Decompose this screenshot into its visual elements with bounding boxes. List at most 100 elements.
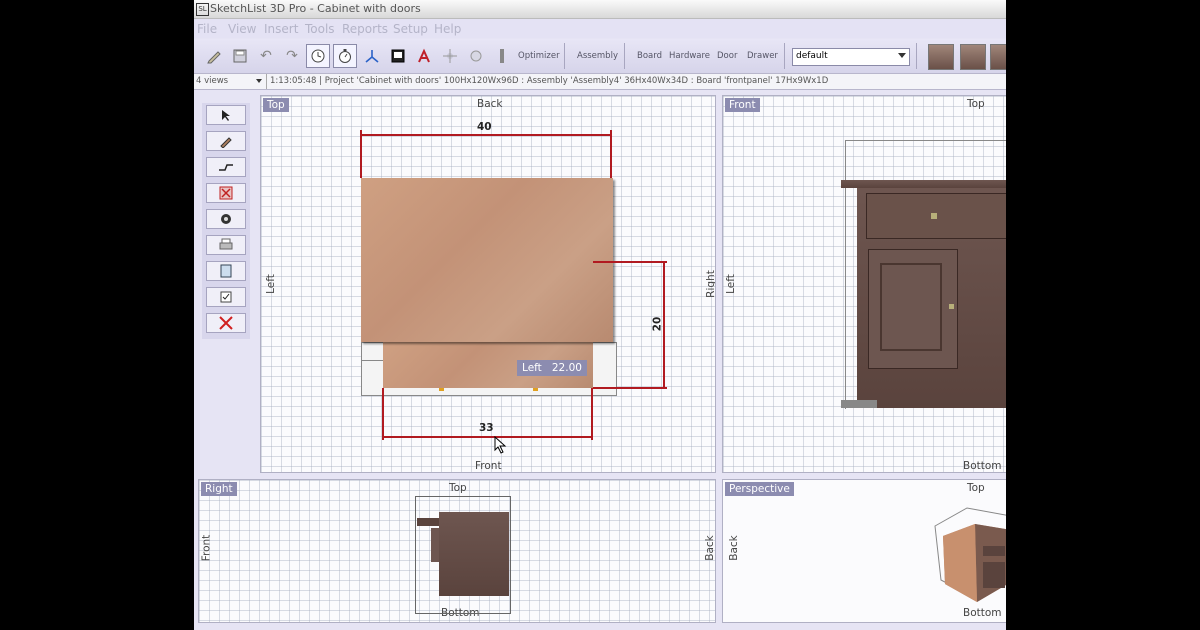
step-tool-button[interactable] xyxy=(206,157,246,177)
cabinet-thumbnail-1[interactable] xyxy=(928,44,954,70)
viewport-tag-right: Right xyxy=(201,482,237,496)
printer-icon xyxy=(219,238,233,250)
right-viewport[interactable]: Right Top Bottom Front Back xyxy=(198,479,716,623)
toolbar-separator xyxy=(784,43,785,69)
cancel-button[interactable] xyxy=(206,313,246,333)
menu-reports[interactable]: Reports xyxy=(342,22,388,36)
app-window: SL SketchList 3D Pro - Cabinet with door… xyxy=(194,0,1006,630)
save-icon xyxy=(220,264,232,278)
optimizer-button[interactable]: Optimizer xyxy=(518,51,560,61)
dimension-extension-line xyxy=(593,387,667,389)
draw-tool-button[interactable] xyxy=(206,131,246,151)
cabinet-side[interactable] xyxy=(439,512,509,596)
menu-view[interactable]: View xyxy=(228,22,256,36)
views-select[interactable]: 4 views xyxy=(194,74,267,89)
top-viewport[interactable]: Top Back Front Left Right 40 20 33 xyxy=(260,95,716,473)
arrow-cursor-icon xyxy=(222,110,230,121)
toolbar-separator xyxy=(564,43,565,69)
tool-palette xyxy=(202,103,250,339)
label-top: Top xyxy=(967,98,985,110)
label-bottom: Bottom xyxy=(963,460,1002,472)
board-delete-icon xyxy=(219,186,233,200)
dimension-extension-line xyxy=(593,261,667,263)
pencil-icon xyxy=(220,137,232,148)
door-panel xyxy=(880,263,942,351)
dimension-extension-line xyxy=(360,130,362,178)
delete-board-button[interactable] xyxy=(206,183,246,203)
mouse-cursor-icon xyxy=(494,436,507,454)
save-view-button[interactable] xyxy=(206,261,246,281)
new-project-button[interactable] xyxy=(202,44,226,68)
readout-label: Left xyxy=(522,362,542,374)
door-button[interactable]: Door xyxy=(717,51,737,61)
save-button[interactable] xyxy=(228,44,252,68)
chevron-down-icon xyxy=(256,79,262,83)
clock-icon xyxy=(311,49,325,63)
redo-button[interactable]: ↷ xyxy=(280,44,304,68)
material-select[interactable]: default xyxy=(792,48,910,66)
toolbar-separator xyxy=(916,43,917,69)
join-tool-button[interactable] xyxy=(206,209,246,229)
app-icon: SL xyxy=(196,3,209,16)
label-right: Right xyxy=(704,270,716,298)
print-button[interactable] xyxy=(206,235,246,255)
screen-button[interactable] xyxy=(386,44,410,68)
label-left: Left xyxy=(724,274,737,294)
checkbox-icon xyxy=(220,291,232,303)
label-left: Left xyxy=(264,274,277,294)
menu-bar: File View Insert Tools Reports Setup Hel… xyxy=(194,19,1006,38)
cabinet-top-rail xyxy=(841,180,1006,188)
viewport-tag-front: Front xyxy=(725,98,760,112)
board-icon xyxy=(500,49,504,63)
hardware-button[interactable]: Hardware xyxy=(669,51,710,61)
readout-value: 22.00 xyxy=(551,362,582,374)
top-board[interactable] xyxy=(361,178,613,342)
hinge-marker xyxy=(533,388,538,391)
board-tool-button[interactable] xyxy=(490,44,514,68)
step-icon xyxy=(219,164,233,171)
label-back: Back xyxy=(727,535,740,561)
confirm-button[interactable] xyxy=(206,287,246,307)
dimension-width-label: 40 xyxy=(477,121,492,133)
frame-corner xyxy=(361,342,384,361)
dimension-depth-label: 20 xyxy=(651,316,664,332)
perspective-viewport[interactable]: Perspective Top Bottom Back xyxy=(722,479,1006,623)
menu-file[interactable]: File xyxy=(197,22,217,36)
board-button[interactable]: Board xyxy=(637,51,662,61)
dimension-line-lower xyxy=(384,436,591,438)
door-knob xyxy=(949,304,954,309)
move-icon xyxy=(443,49,457,63)
status-bar: 4 views 1:13:05:48 | Project 'Cabinet wi… xyxy=(194,74,1006,90)
menu-help[interactable]: Help xyxy=(434,22,461,36)
cabinet-thumbnail-3[interactable] xyxy=(990,44,1006,70)
cabinet-foot xyxy=(841,400,877,408)
clock-button[interactable] xyxy=(306,44,330,68)
perspective-cabinet xyxy=(934,507,1006,602)
dimension-extension-line xyxy=(382,388,384,440)
rotate-button[interactable] xyxy=(464,44,488,68)
drawer-knob xyxy=(931,213,937,219)
cabinet-thumbnail-2[interactable] xyxy=(960,44,986,70)
axes-button[interactable] xyxy=(360,44,384,68)
title-bar: SL SketchList 3D Pro - Cabinet with door… xyxy=(194,0,1006,19)
label-bottom: Bottom xyxy=(963,607,1002,619)
move-button[interactable] xyxy=(438,44,462,68)
menu-tools[interactable]: Tools xyxy=(305,22,335,36)
front-viewport[interactable]: Front Top Bottom Left xyxy=(722,95,1006,473)
stopwatch-icon xyxy=(339,49,351,63)
undo-button[interactable]: ↶ xyxy=(254,44,278,68)
label-front: Front xyxy=(475,460,502,472)
menu-insert[interactable]: Insert xyxy=(264,22,298,36)
pdf-button[interactable] xyxy=(412,44,436,68)
menu-setup[interactable]: Setup xyxy=(393,22,428,36)
drawer-button[interactable]: Drawer xyxy=(747,51,778,61)
door-edge xyxy=(431,528,439,562)
close-icon xyxy=(219,316,233,330)
joint-icon xyxy=(221,214,231,224)
drawer-pull xyxy=(417,518,439,526)
assembly-button[interactable]: Assembly xyxy=(577,51,618,61)
label-top: Top xyxy=(449,482,467,494)
timer-button[interactable] xyxy=(333,44,357,68)
redo-icon: ↷ xyxy=(286,48,298,64)
select-tool-button[interactable] xyxy=(206,105,246,125)
